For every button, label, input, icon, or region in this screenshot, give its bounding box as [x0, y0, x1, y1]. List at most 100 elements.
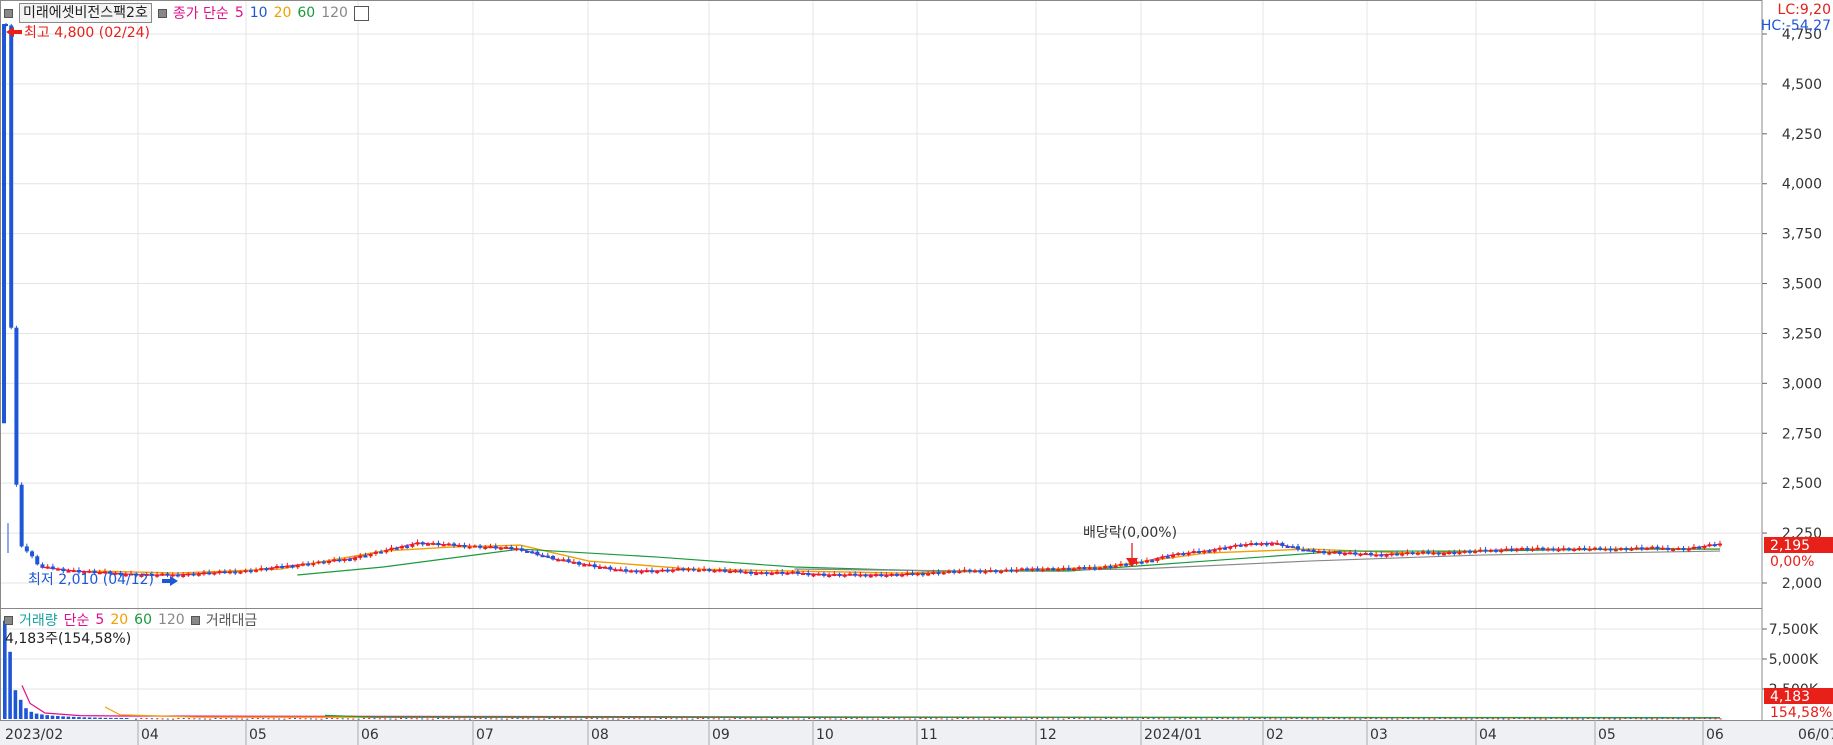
candle-body — [1400, 553, 1405, 556]
candle-body — [561, 559, 566, 562]
candle-body — [1488, 549, 1493, 552]
volume-bar — [309, 718, 312, 720]
lc-readout: LC:9,20 — [1777, 2, 1831, 18]
volume-bar — [638, 718, 641, 720]
vol-ma-20-label[interactable]: 20 — [110, 612, 128, 628]
trade-amount-toggle-icon[interactable] — [190, 615, 200, 625]
volume-bar — [1412, 718, 1415, 720]
ma-20-label[interactable]: 20 — [274, 5, 292, 21]
volume-bar — [135, 718, 137, 720]
volume-bar — [718, 718, 720, 720]
candle-body — [1030, 568, 1035, 571]
candle-body — [858, 574, 863, 577]
candle-body — [1702, 546, 1707, 549]
candle-body — [780, 571, 785, 574]
candle-body — [1118, 563, 1123, 566]
volume-bar — [66, 716, 71, 719]
volume-bar — [543, 718, 546, 720]
volume-bar — [1454, 718, 1457, 720]
candle-body — [1040, 569, 1045, 572]
candle-body — [1311, 549, 1316, 552]
volume-toggle-icon[interactable] — [4, 615, 13, 625]
grid-settings-icon[interactable] — [353, 5, 369, 21]
volume-bar — [1422, 718, 1425, 720]
candle-body — [394, 547, 399, 550]
ma-120-label[interactable]: 120 — [321, 5, 348, 21]
volume-bar — [855, 718, 858, 720]
candle-body — [1327, 552, 1332, 555]
candle-body — [280, 566, 285, 569]
candle-body — [832, 573, 837, 576]
volume-bar — [506, 718, 508, 720]
legend-toggle-icon[interactable] — [4, 8, 13, 18]
volume-bar — [1014, 718, 1017, 720]
volume-bar — [892, 718, 895, 720]
low-arrow-icon — [162, 576, 178, 586]
volume-bar — [336, 718, 339, 720]
candle-body — [952, 570, 957, 573]
ma-5-label[interactable]: 5 — [235, 5, 244, 21]
candle-body — [269, 567, 274, 570]
candle-body — [1061, 567, 1066, 570]
candle-body — [1394, 553, 1399, 556]
first-day-candle — [2, 24, 6, 424]
vol-ma-120-label[interactable]: 120 — [158, 612, 185, 628]
candle-body — [1613, 549, 1618, 552]
volume-bar — [1391, 718, 1394, 720]
vol-ma-5-label[interactable]: 5 — [95, 612, 104, 628]
candle-body — [655, 571, 660, 574]
volume-bar — [394, 718, 397, 720]
volume-bar — [1242, 718, 1245, 720]
volume-bar — [304, 718, 307, 720]
candle-body — [472, 545, 477, 548]
candle-body — [1603, 548, 1608, 551]
volume-bar — [1385, 718, 1388, 720]
volume-bar — [596, 718, 599, 720]
candle-body — [498, 547, 503, 550]
candle-body — [1712, 544, 1717, 547]
volume-bar — [739, 718, 742, 720]
candle-body — [754, 573, 759, 576]
volume-bar — [87, 717, 92, 719]
ma-toggle-icon[interactable] — [157, 8, 167, 18]
volume-bar — [34, 713, 39, 719]
candle-body — [1296, 546, 1301, 550]
volume-bar — [972, 718, 975, 720]
candle-body — [769, 573, 774, 576]
volume-bar — [1343, 718, 1346, 720]
candle-body — [551, 555, 556, 560]
volume-bar — [1009, 718, 1012, 720]
volume-bar — [961, 718, 964, 720]
ma-60-label[interactable]: 60 — [297, 5, 315, 21]
volume-bar — [1417, 718, 1420, 720]
ma-10-label[interactable]: 10 — [250, 5, 268, 21]
candle-body — [681, 568, 686, 571]
x-tick-label: 03 — [1370, 727, 1388, 743]
candle-body — [1098, 567, 1103, 570]
volume-bar — [527, 718, 530, 720]
volume-bar — [1544, 718, 1547, 720]
candle-body — [827, 575, 832, 578]
candle-body — [936, 572, 941, 575]
volume-bar — [818, 718, 821, 720]
volume-bar — [13, 690, 18, 719]
stock-name-label[interactable]: 미래에셋비전스팩2호 — [19, 3, 152, 23]
candle-body — [545, 555, 550, 558]
volume-bar — [564, 718, 567, 720]
candle-body — [1301, 549, 1306, 552]
volume-bar — [45, 715, 49, 719]
x-tick-label: 06/07 — [1798, 727, 1833, 743]
price-ma-prefix: 종가 단순 — [172, 6, 229, 22]
volume-bar — [468, 718, 471, 720]
volume-bar — [1433, 718, 1436, 720]
volume-bar — [283, 718, 286, 720]
vol-ma-60-label[interactable]: 60 — [134, 612, 152, 628]
volume-bar — [686, 718, 689, 720]
volume-bar — [850, 718, 853, 720]
candle-body — [1155, 558, 1160, 561]
candle-body — [1478, 549, 1483, 552]
candle-body — [1650, 546, 1655, 549]
candle-body — [1441, 553, 1446, 556]
trade-amount-label[interactable]: 거래대금 — [206, 610, 258, 630]
x-tick-label: 11 — [920, 727, 938, 743]
